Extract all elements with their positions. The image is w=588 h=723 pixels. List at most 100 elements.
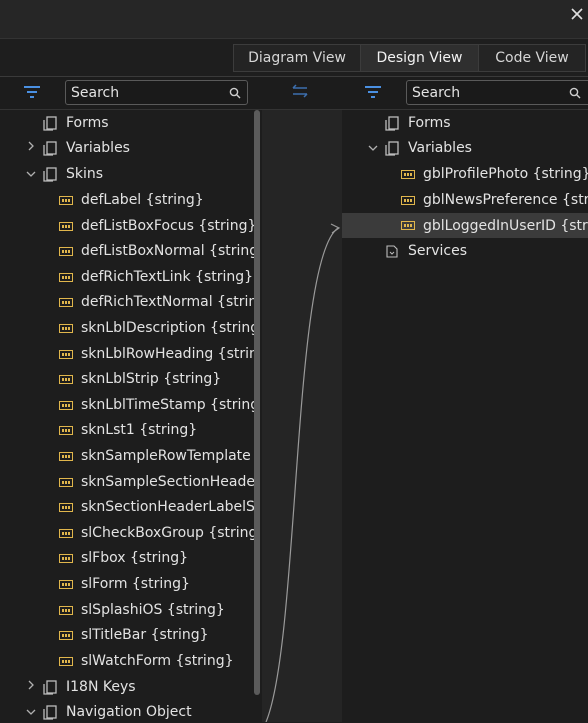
skin-item[interactable]: slWatchForm {string} [0, 650, 254, 672]
close-icon[interactable] [570, 7, 584, 21]
skin-item[interactable]: sknLblRowHeading {string} [0, 343, 254, 365]
skin-item-label: defListBoxNormal {string} [81, 243, 254, 260]
variable-icon [59, 349, 73, 359]
variable-icon [59, 503, 73, 513]
tree-node-label: Forms [408, 115, 451, 131]
folder-stack-icon [43, 116, 57, 131]
skin-item-label: defLabel {string} [81, 192, 204, 208]
variable-icon [59, 605, 73, 615]
skin-item[interactable]: sknSampleRowTemplate {string} [0, 445, 254, 467]
folder-stack-icon [385, 141, 399, 156]
skin-item[interactable]: sknLblStrip {string} [0, 368, 254, 390]
tree-node-label: Services [408, 243, 468, 259]
skin-item[interactable]: sknSampleSectionHeaderTemplate {string} [0, 471, 254, 493]
variable-label: gblNewsPreference {string} [423, 192, 588, 208]
skin-item-label: slForm {string} [81, 576, 190, 592]
folder-stack-icon [43, 141, 57, 156]
variable-icon [59, 400, 73, 410]
left-search-input[interactable] [66, 81, 247, 104]
skin-item[interactable]: defLabel {string} [0, 189, 254, 211]
skin-item[interactable]: defListBoxFocus {string} [0, 215, 254, 237]
variable-icon [401, 221, 415, 230]
skin-item-label: sknLblRowHeading {string} [81, 345, 254, 362]
chevron-down-icon[interactable] [26, 169, 36, 179]
skin-item[interactable]: sknLblTimeStamp {string} [0, 394, 254, 416]
skin-item-label: slFbox {string} [81, 550, 188, 567]
variable-item[interactable]: gblNewsPreference {string} [342, 189, 588, 211]
variable-icon [59, 196, 73, 205]
variable-icon [401, 196, 415, 205]
variable-icon [59, 375, 73, 385]
tree-node-i18n-keys[interactable]: I18N Keys [0, 676, 254, 698]
skin-item[interactable]: slForm {string} [0, 573, 254, 595]
skin-item-label: slTitleBar {string} [81, 627, 209, 644]
variable-icon [59, 528, 73, 538]
mapping-toolbar [0, 77, 588, 110]
skin-item-label: sknLblTimeStamp {string} [81, 396, 254, 413]
skin-item[interactable]: slFbox {string} [0, 547, 254, 569]
tree-node-forms-target[interactable]: Forms [342, 112, 588, 134]
variable-item-selected[interactable]: gblLoggedInUserID {string} [342, 213, 588, 238]
tree-node-navigation-object[interactable]: Navigation Object [0, 701, 254, 723]
skin-item-label: sknLst1 {string} [81, 422, 198, 439]
skin-item[interactable]: defRichTextLink {string} [0, 266, 254, 288]
tab-design-view[interactable]: Design View [360, 44, 479, 72]
variable-icon [59, 452, 73, 461]
variable-icon [59, 221, 73, 231]
right-search-input[interactable] [407, 81, 588, 104]
tree-node-label: Skins [66, 166, 104, 182]
search-icon[interactable] [229, 87, 241, 99]
right-search-box [406, 80, 588, 105]
folder-stack-icon [385, 116, 399, 131]
variable-label: gblLoggedInUserID {string} [423, 217, 588, 234]
variable-icon [59, 426, 73, 436]
variable-icon [59, 324, 73, 333]
chevron-down-icon[interactable] [368, 143, 378, 153]
chevron-right-icon[interactable] [26, 680, 36, 690]
tab-code-view[interactable]: Code View [478, 44, 586, 72]
skin-item-label: sknLblDescription {string} [81, 320, 254, 336]
skin-item[interactable]: sknSectionHeaderLabelSkin {string} [0, 496, 254, 518]
variable-icon [59, 477, 73, 487]
skin-item[interactable]: sknLst1 {string} [0, 419, 254, 441]
skin-item-label: sknSampleRowTemplate {string} [81, 448, 254, 464]
filter-icon[interactable] [23, 84, 41, 100]
tree-node-services-target[interactable]: Services [342, 240, 588, 262]
tab-diagram-view[interactable]: Diagram View [233, 44, 361, 72]
variable-item[interactable]: gblProfilePhoto {string} [342, 163, 588, 185]
skin-item[interactable]: defRichTextNormal {string} [0, 291, 254, 313]
filter-icon[interactable] [364, 84, 382, 100]
chevron-right-icon[interactable] [26, 141, 36, 151]
folder-stack-icon [43, 705, 57, 720]
variable-icon [59, 272, 73, 282]
title-bar [0, 0, 588, 39]
search-icon[interactable] [569, 87, 581, 99]
folder-stack-icon [43, 167, 57, 182]
swap-arrows-icon[interactable] [290, 83, 310, 99]
skin-item-label: sknSampleSectionHeaderTemplate {string} [81, 473, 254, 490]
skin-item[interactable]: sknLblDescription {string} [0, 317, 254, 339]
skin-item-label: sknSectionHeaderLabelSkin {string} [81, 499, 254, 516]
skin-item-label: sknLblStrip {string} [81, 371, 222, 388]
skin-item-label: defRichTextLink {string} [81, 268, 254, 285]
tree-node-forms[interactable]: Forms [0, 112, 254, 134]
variable-icon [59, 298, 73, 308]
tree-node-label: Forms [66, 115, 109, 131]
left-scrollbar[interactable] [254, 110, 260, 695]
chevron-down-icon[interactable] [26, 707, 36, 717]
skin-item[interactable]: slTitleBar {string} [0, 624, 254, 646]
tree-node-skins[interactable]: Skins [0, 163, 254, 185]
tree-node-label: I18N Keys [66, 679, 136, 695]
skin-item-label: slWatchForm {string} [81, 652, 234, 669]
variable-icon [59, 247, 73, 257]
tree-node-variables-target[interactable]: Variables [342, 137, 588, 159]
skin-item[interactable]: defListBoxNormal {string} [0, 240, 254, 262]
service-icon [386, 245, 398, 258]
skin-item[interactable]: slSplashiOS {string} [0, 599, 254, 621]
variable-label: gblProfilePhoto {string} [423, 166, 588, 182]
variable-icon [59, 580, 73, 589]
tree-node-label: Variables [66, 140, 130, 156]
tree-node-variables[interactable]: Variables [0, 137, 254, 159]
variable-icon [59, 656, 73, 666]
skin-item[interactable]: slCheckBoxGroup {string} [0, 522, 254, 544]
